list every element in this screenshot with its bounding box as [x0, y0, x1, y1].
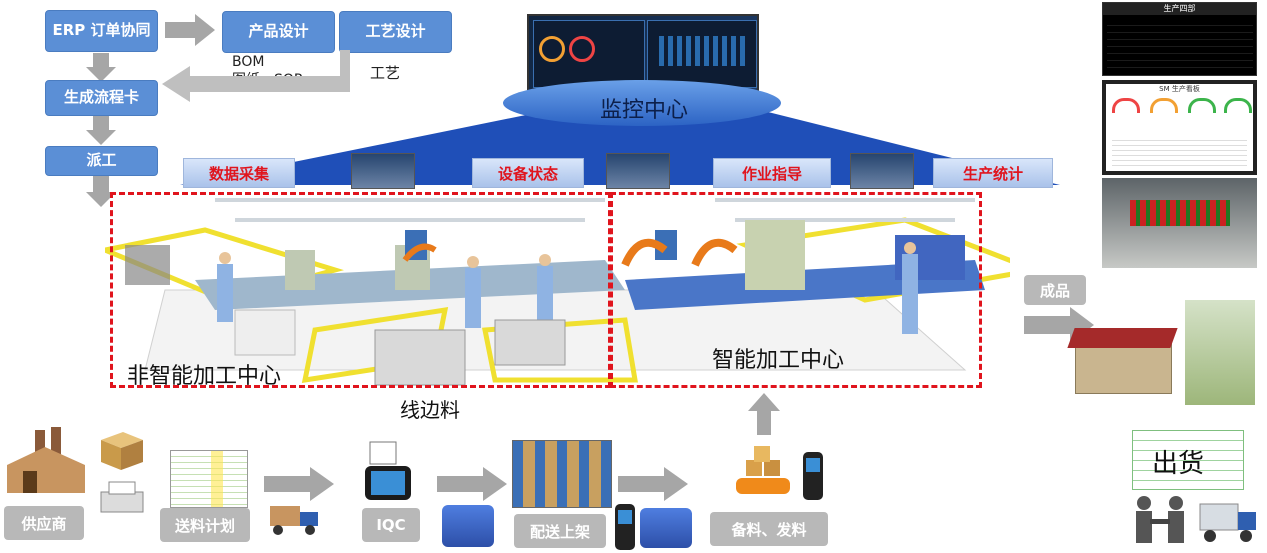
- dispatch-box: 派工: [45, 146, 158, 176]
- shipping-label: 出货: [1152, 449, 1205, 479]
- delivery-plan-spreadsheet: [170, 450, 248, 508]
- line-side-material-label: 线边料: [400, 398, 460, 422]
- printer-icon: [100, 481, 144, 513]
- small-truck-icon: [270, 506, 318, 535]
- arrow-right-icon: [618, 467, 688, 501]
- smart-zone-label: 智能加工中心: [712, 348, 845, 373]
- warehouse-illustration: [1067, 300, 1257, 410]
- monitor-center-label: 监控中心: [600, 98, 689, 123]
- flow-card-box: 生成流程卡: [45, 80, 158, 116]
- tag-work-guide: 作业指导: [713, 158, 831, 188]
- board2-title: SM 生产看板: [1159, 85, 1200, 93]
- iqc-box: IQC: [362, 508, 420, 542]
- camera-screen-photo: [850, 153, 914, 189]
- handheld-scanner-icon: [803, 452, 823, 500]
- blue-tote-bin: [640, 508, 692, 548]
- shelving-box: 配送上架: [514, 514, 606, 548]
- arrow-down-icon: [86, 53, 116, 82]
- arrow-down-icon: [86, 116, 116, 145]
- sm-dashboard-screen: SM 生产看板: [1102, 80, 1257, 175]
- arrow-right-icon: [437, 467, 507, 501]
- non-smart-zone-label: 非智能加工中心: [127, 364, 282, 389]
- cardboard-box-icon: [101, 432, 143, 470]
- product-design-box: 产品设计: [222, 11, 335, 53]
- arrow-right-icon: [165, 14, 215, 46]
- arrow-right-icon: [264, 467, 334, 501]
- blue-tote-bin: [442, 505, 494, 547]
- warehouse-shelves-photo: [512, 440, 612, 508]
- tag-data-collection: 数据采集: [183, 158, 295, 188]
- agv-boxes-icon: [736, 446, 790, 494]
- factory-board-photo: [1102, 178, 1257, 268]
- delivery-plan-box: 送料计划: [160, 508, 250, 542]
- tag-production-stats: 生产统计: [933, 158, 1053, 188]
- supplier-factory-icon: [7, 427, 85, 493]
- picking-issuing-box: 备料、发料: [710, 512, 828, 546]
- delivery-truck-icon: [1199, 503, 1256, 542]
- scanner-tablet-icon: [365, 441, 411, 500]
- production-board-screen: 生产四部: [1102, 2, 1257, 76]
- camera-screen-photo: [351, 153, 415, 189]
- camera-screen-photo: [606, 153, 670, 189]
- tag-device-status: 设备状态: [472, 158, 584, 188]
- erp-order-box: ERP 订单协同: [45, 10, 158, 52]
- supplier-box: 供应商: [4, 506, 84, 540]
- handshake-icon: [1136, 496, 1184, 543]
- process-design-box: 工艺设计: [339, 11, 452, 53]
- arrow-up-icon: [748, 393, 780, 435]
- board-title: 生产四部: [1103, 3, 1256, 15]
- handheld-scanner-icon: [615, 504, 635, 550]
